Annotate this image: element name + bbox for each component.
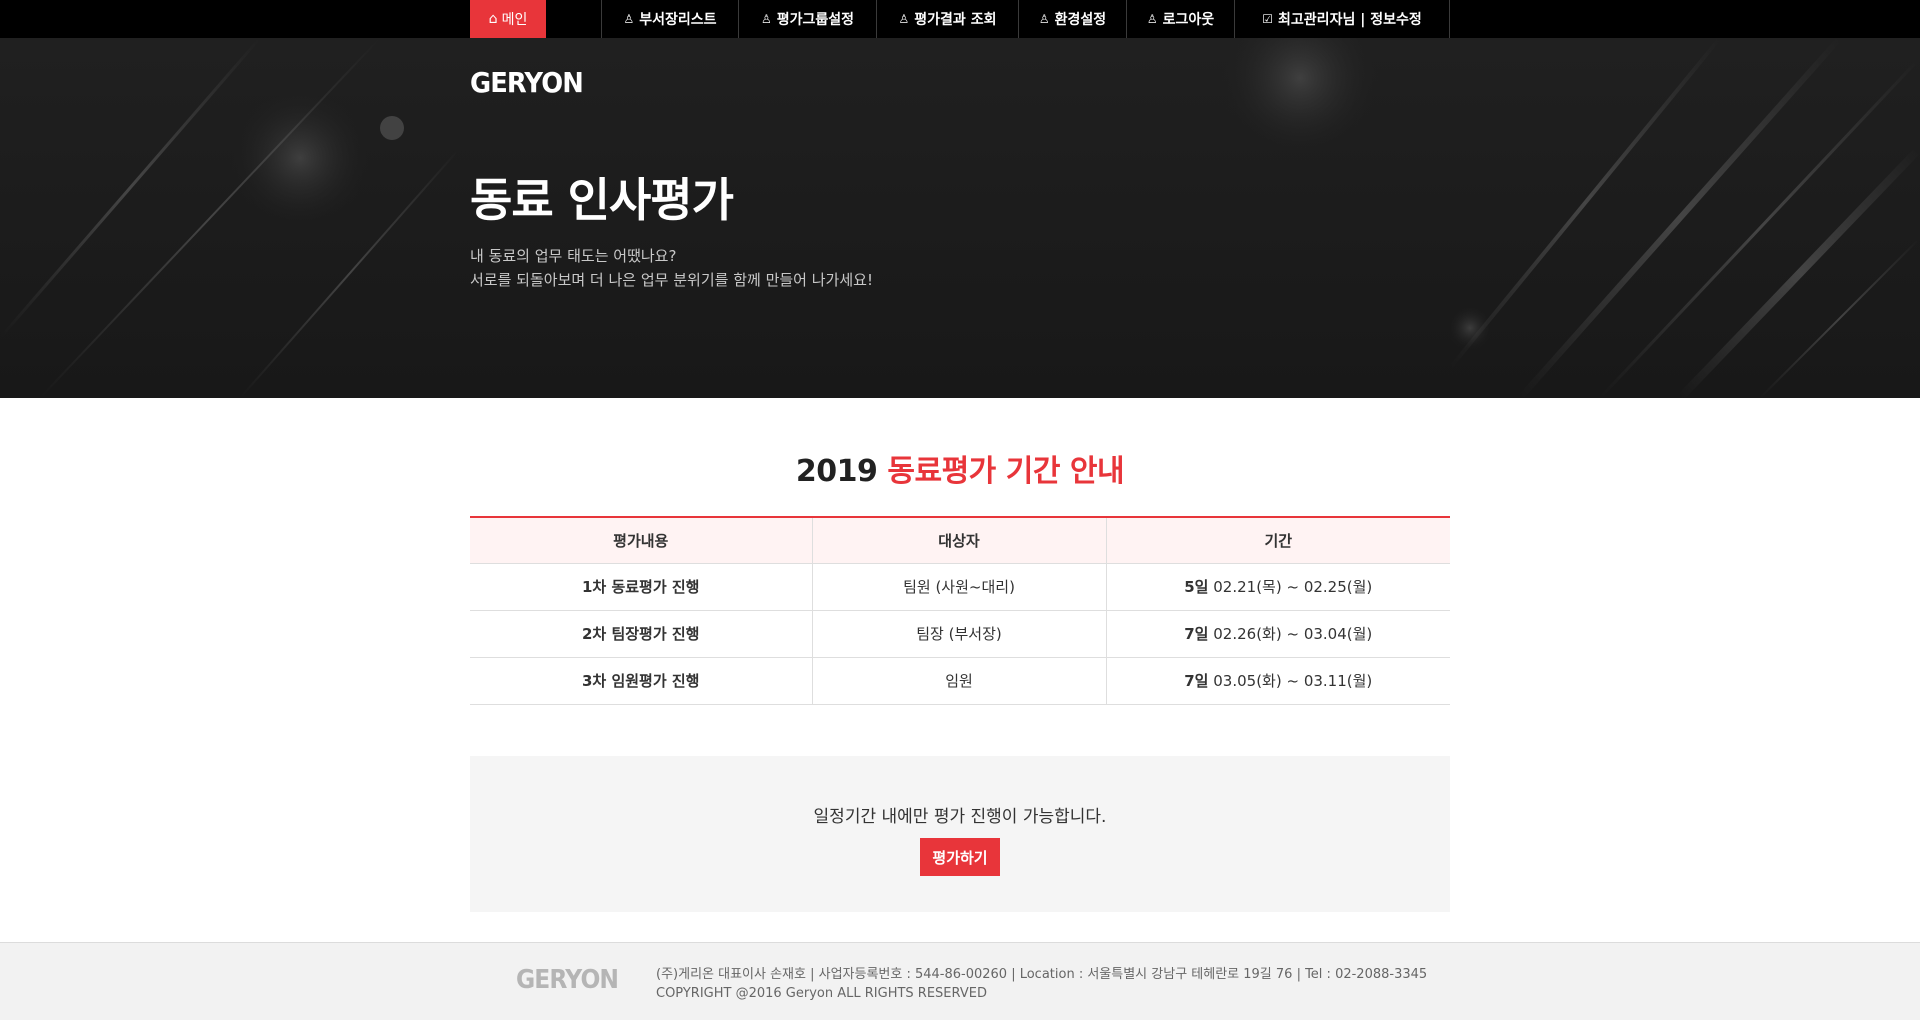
nav-item-settings[interactable]: ♙ 환경설정 [1018,0,1126,38]
eval-period-cell: 5일 02.21(목) ~ 02.25(월) [1105,563,1450,611]
period-days: 5일 [1184,578,1209,596]
nav-item-eval-group-settings[interactable]: ♙ 평가그룹설정 [738,0,876,38]
user-icon: ♙ [760,12,772,26]
footer-logo: GERYON [516,965,619,995]
page-subtitle: 내 동료의 업무 태도는 어땠나요? 서로를 되돌아보며 더 나은 업무 분위기… [470,244,873,292]
nav-item-logout[interactable]: ♙ 로그아웃 [1126,0,1234,38]
table-row: 1차 동료평가 진행 팀원 (사원~대리) 5일 02.21(목) ~ 02.2… [470,563,1450,611]
nav-item-dept-head-list[interactable]: ♙ 부서장리스트 [601,0,738,38]
period-range: 02.26(화) ~ 03.04(월) [1213,625,1373,643]
eval-period-cell: 7일 03.05(화) ~ 03.11(월) [1105,657,1450,705]
nav-item-label: 평가그룹설정 [776,12,855,28]
top-nav: ⌂ 메인 ♙ 부서장리스트 ♙ 평가그룹설정 ♙ 평가결과 조회 ♙ 환경설정 … [0,0,1920,38]
start-evaluation-button[interactable]: 평가하기 [920,838,1000,876]
clipboard-icon: ☑ [1262,12,1274,26]
table-header-row: 평가내용 대상자 기간 [470,517,1450,564]
subtitle-line: 서로를 되돌아보며 더 나은 업무 분위기를 함께 만들어 나가세요! [470,271,873,289]
column-header: 기간 [1105,517,1450,564]
top-nav-inner: ⌂ 메인 ♙ 부서장리스트 ♙ 평가그룹설정 ♙ 평가결과 조회 ♙ 환경설정 … [470,0,1450,38]
nav-item-eval-results[interactable]: ♙ 평가결과 조회 [876,0,1018,38]
nav-home-label: 메인 [501,12,528,28]
nav-home-button[interactable]: ⌂ 메인 [470,0,546,38]
user-icon: ♙ [1146,12,1158,26]
hero-banner: GERYON 동료 인사평가 내 동료의 업무 태도는 어땠나요? 서로를 되돌… [0,38,1920,398]
eval-content-cell: 3차 임원평가 진행 [470,657,812,705]
notice-text: 일정기간 내에만 평가 진행이 가능합니다. [813,807,1107,827]
nav-item-label: 최고관리자님 | 정보수정 [1278,12,1422,28]
footer-info-line: (주)게리온 대표이사 손재호 | 사업자등록번호 : 544-86-00260… [656,967,1428,982]
notice-box: 일정기간 내에만 평가 진행이 가능합니다. 평가하기 [470,756,1450,912]
footer-copyright: COPYRIGHT @2016 Geryon ALL RIGHTS RESERV… [656,986,987,1001]
user-icon: ♙ [898,12,910,26]
eval-target-cell: 팀원 (사원~대리) [811,563,1106,611]
period-range: 03.05(화) ~ 03.11(월) [1213,672,1373,690]
table-row: 2차 팀장평가 진행 팀장 (부서장) 7일 02.26(화) ~ 03.04(… [470,610,1450,658]
nav-item-label: 부서장리스트 [639,12,717,28]
hero-inner: GERYON 동료 인사평가 내 동료의 업무 태도는 어땠나요? 서로를 되돌… [470,38,1450,398]
subtitle-line: 내 동료의 업무 태도는 어땠나요? [470,247,677,265]
eval-target-cell: 팀장 (부서장) [811,610,1106,658]
eval-content-cell: 2차 팀장평가 진행 [470,610,812,658]
schedule-title-text: 동료평가 기간 안내 [887,454,1125,489]
schedule-title-year: 2019 [795,454,878,489]
user-icon: ♙ [623,12,635,26]
period-range: 02.21(목) ~ 02.25(월) [1213,578,1373,596]
eval-period-cell: 7일 02.26(화) ~ 03.04(월) [1105,610,1450,658]
table-row: 3차 임원평가 진행 임원 7일 03.05(화) ~ 03.11(월) [470,657,1450,705]
nav-menu: ♙ 부서장리스트 ♙ 평가그룹설정 ♙ 평가결과 조회 ♙ 환경설정 ♙ 로그아… [601,0,1450,38]
footer: GERYON (주)게리온 대표이사 손재호 | 사업자등록번호 : 544-8… [0,942,1920,1020]
user-icon: ♙ [1038,12,1050,26]
schedule-title: 2019 동료평가 기간 안내 [470,446,1450,490]
schedule-table: 평가내용 대상자 기간 1차 동료평가 진행 팀원 (사원~대리) 5일 02.… [470,516,1450,705]
footer-company-info: (주)게리온 대표이사 손재호 | 사업자등록번호 : 544-86-00260… [656,965,1427,1003]
nav-item-label: 로그아웃 [1162,12,1215,28]
column-header: 평가내용 [470,517,812,564]
nav-item-admin-profile[interactable]: ☑ 최고관리자님 | 정보수정 [1234,0,1450,38]
column-header: 대상자 [811,517,1106,564]
eval-target-cell: 임원 [811,657,1106,705]
period-days: 7일 [1184,672,1209,690]
period-days: 7일 [1184,625,1209,643]
site-logo[interactable]: GERYON [470,66,584,99]
home-icon: ⌂ [488,11,498,27]
eval-content-cell: 1차 동료평가 진행 [470,563,812,611]
nav-item-label: 평가결과 조회 [914,12,997,28]
nav-item-label: 환경설정 [1054,12,1107,28]
page-title: 동료 인사평가 [470,173,734,227]
